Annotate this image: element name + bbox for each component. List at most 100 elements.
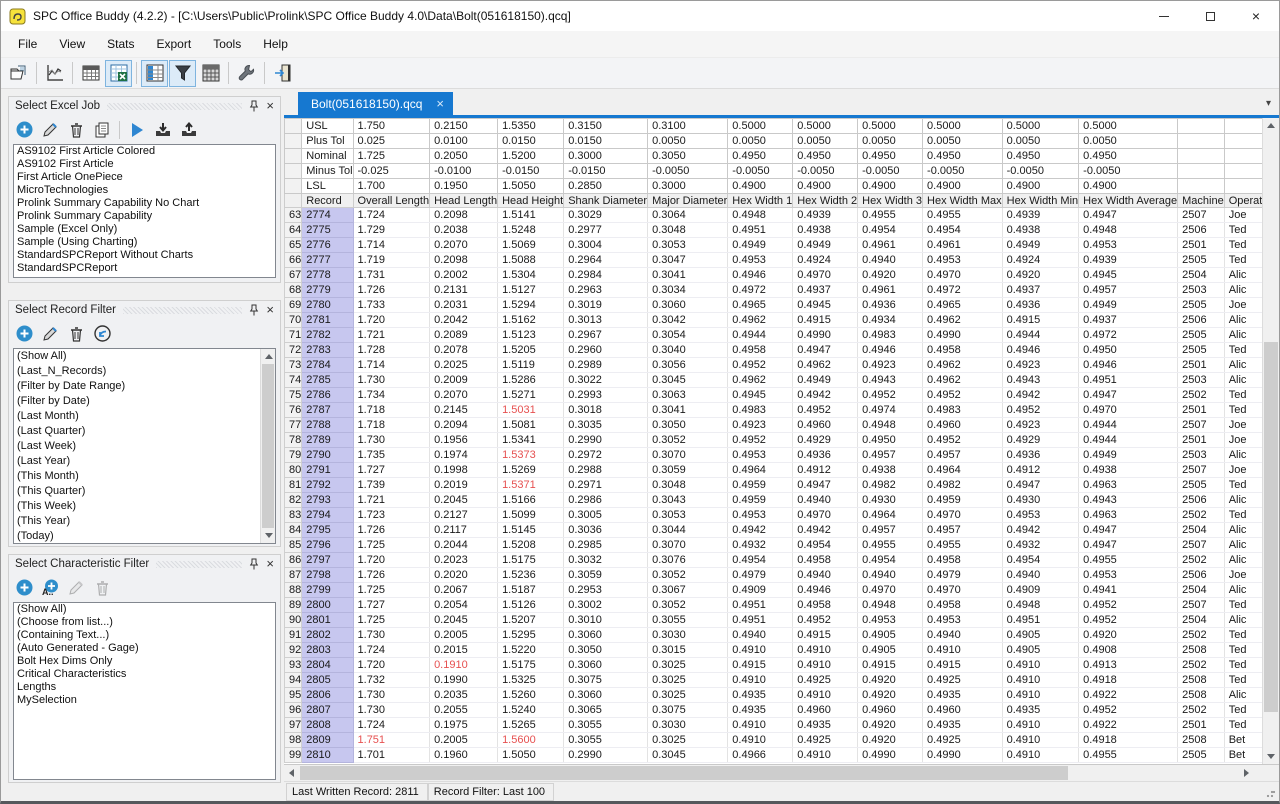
value-cell[interactable]: 1.730 bbox=[353, 628, 430, 643]
machine-cell[interactable]: 2503 bbox=[1178, 448, 1225, 463]
value-cell[interactable]: 0.2009 bbox=[430, 373, 498, 388]
value-cell[interactable]: 0.4947 bbox=[1079, 538, 1178, 553]
operator-cell[interactable]: Ted bbox=[1224, 673, 1262, 688]
value-cell[interactable]: 0.2972 bbox=[564, 448, 648, 463]
value-cell[interactable]: 0.4957 bbox=[858, 448, 923, 463]
value-cell[interactable]: 0.4936 bbox=[1002, 448, 1079, 463]
machine-cell[interactable]: 2501 bbox=[1178, 718, 1225, 733]
value-cell[interactable]: 0.2089 bbox=[430, 328, 498, 343]
value-cell[interactable]: 0.4983 bbox=[858, 328, 923, 343]
value-cell[interactable]: 0.4937 bbox=[793, 283, 858, 298]
menu-view[interactable]: View bbox=[48, 31, 96, 57]
value-cell[interactable]: 0.4954 bbox=[728, 553, 793, 568]
value-cell[interactable]: 1.731 bbox=[353, 268, 430, 283]
value-cell[interactable]: 0.4925 bbox=[923, 673, 1003, 688]
value-cell[interactable]: 0.4946 bbox=[1079, 358, 1178, 373]
scroll-left-icon[interactable] bbox=[284, 766, 299, 781]
value-cell[interactable]: 0.4909 bbox=[1002, 583, 1079, 598]
value-cell[interactable]: 0.3025 bbox=[648, 688, 728, 703]
operator-cell[interactable]: Alic bbox=[1224, 373, 1262, 388]
value-cell[interactable]: 0.4937 bbox=[1002, 283, 1079, 298]
value-cell[interactable]: 1.727 bbox=[353, 598, 430, 613]
value-cell[interactable]: 0.3055 bbox=[564, 718, 648, 733]
resize-grip[interactable] bbox=[1266, 788, 1276, 798]
value-cell[interactable]: 1.701 bbox=[353, 748, 430, 763]
row-number-cell[interactable]: 65 bbox=[285, 238, 302, 253]
value-cell[interactable]: 0.4947 bbox=[793, 343, 858, 358]
value-cell[interactable]: 0.4942 bbox=[728, 523, 793, 538]
value-cell[interactable]: 1.719 bbox=[353, 253, 430, 268]
menu-file[interactable]: File bbox=[7, 31, 48, 57]
value-cell[interactable]: 0.4961 bbox=[923, 238, 1003, 253]
value-cell[interactable]: 0.3041 bbox=[648, 403, 728, 418]
value-cell[interactable]: 0.4948 bbox=[1079, 223, 1178, 238]
value-cell[interactable]: 1.720 bbox=[353, 313, 430, 328]
value-cell[interactable]: 0.3022 bbox=[564, 373, 648, 388]
value-cell[interactable]: 1.5205 bbox=[498, 343, 564, 358]
value-cell[interactable]: 0.4959 bbox=[923, 493, 1003, 508]
value-cell[interactable]: 0.4942 bbox=[1002, 523, 1079, 538]
value-cell[interactable]: 0.2985 bbox=[564, 538, 648, 553]
value-cell[interactable]: 0.4910 bbox=[1002, 733, 1079, 748]
row-number-cell[interactable]: 87 bbox=[285, 568, 302, 583]
value-cell[interactable]: 0.2019 bbox=[430, 478, 498, 493]
value-cell[interactable]: 1.5081 bbox=[498, 418, 564, 433]
column-header[interactable]: Hex Width 1 bbox=[728, 194, 793, 208]
list-item[interactable]: (Show All) bbox=[14, 349, 275, 364]
list-item[interactable]: (This Year) bbox=[14, 514, 275, 529]
value-cell[interactable]: 0.1990 bbox=[430, 673, 498, 688]
record-cell[interactable]: 2809 bbox=[302, 733, 353, 748]
value-cell[interactable]: 0.2145 bbox=[430, 403, 498, 418]
value-cell[interactable]: 0.4953 bbox=[858, 613, 923, 628]
record-cell[interactable]: 2788 bbox=[302, 418, 353, 433]
value-cell[interactable]: 0.4953 bbox=[728, 448, 793, 463]
delete-filter-icon[interactable] bbox=[66, 324, 86, 344]
value-cell[interactable]: 0.2045 bbox=[430, 493, 498, 508]
row-number-cell[interactable]: 95 bbox=[285, 688, 302, 703]
value-cell[interactable]: 0.3060 bbox=[564, 628, 648, 643]
value-cell[interactable]: 1.5295 bbox=[498, 628, 564, 643]
value-cell[interactable]: 1.732 bbox=[353, 673, 430, 688]
operator-cell[interactable]: Joe bbox=[1224, 568, 1262, 583]
value-cell[interactable]: 0.3030 bbox=[648, 718, 728, 733]
scroll-right-icon[interactable] bbox=[1244, 766, 1259, 781]
row-number-cell[interactable]: 75 bbox=[285, 388, 302, 403]
value-cell[interactable]: 0.3025 bbox=[648, 658, 728, 673]
value-cell[interactable]: 0.4920 bbox=[858, 268, 923, 283]
value-cell[interactable]: 0.4951 bbox=[728, 613, 793, 628]
value-cell[interactable]: 0.4963 bbox=[1079, 508, 1178, 523]
value-cell[interactable]: 0.3043 bbox=[648, 493, 728, 508]
row-number-cell[interactable]: 73 bbox=[285, 358, 302, 373]
value-cell[interactable]: 0.3076 bbox=[648, 553, 728, 568]
value-cell[interactable]: 0.4910 bbox=[728, 643, 793, 658]
value-cell[interactable]: 0.4970 bbox=[793, 268, 858, 283]
scroll-up-icon[interactable] bbox=[261, 349, 276, 364]
value-cell[interactable]: 1.729 bbox=[353, 223, 430, 238]
scroll-down-icon[interactable] bbox=[261, 528, 276, 543]
value-cell[interactable]: 0.4955 bbox=[923, 208, 1003, 223]
value-cell[interactable]: 1.751 bbox=[353, 733, 430, 748]
value-cell[interactable]: 0.3041 bbox=[648, 268, 728, 283]
value-cell[interactable]: 0.3065 bbox=[564, 703, 648, 718]
record-cell[interactable]: 2783 bbox=[302, 343, 353, 358]
value-cell[interactable]: 0.2977 bbox=[564, 223, 648, 238]
list-item[interactable]: Sample (Using Charting) bbox=[14, 236, 275, 249]
list-scrollbar[interactable] bbox=[260, 349, 275, 543]
value-cell[interactable]: 0.3045 bbox=[648, 748, 728, 763]
machine-cell[interactable]: 2502 bbox=[1178, 628, 1225, 643]
row-number-cell[interactable]: 99 bbox=[285, 748, 302, 763]
list-item[interactable]: (Last Week) bbox=[14, 439, 275, 454]
list-item[interactable]: (Filter by Date Range) bbox=[14, 379, 275, 394]
record-cell[interactable]: 2802 bbox=[302, 628, 353, 643]
machine-cell[interactable]: 2507 bbox=[1178, 463, 1225, 478]
column-header[interactable]: Operator bbox=[1224, 194, 1262, 208]
operator-cell[interactable]: Joe bbox=[1224, 433, 1262, 448]
value-cell[interactable]: 0.3025 bbox=[648, 733, 728, 748]
value-cell[interactable]: 0.4970 bbox=[858, 583, 923, 598]
value-cell[interactable]: 0.4990 bbox=[858, 748, 923, 763]
value-cell[interactable]: 1.726 bbox=[353, 523, 430, 538]
record-cell[interactable]: 2797 bbox=[302, 553, 353, 568]
record-cell[interactable]: 2775 bbox=[302, 223, 353, 238]
value-cell[interactable]: 0.4965 bbox=[923, 298, 1003, 313]
list-item[interactable]: (This Quarter) bbox=[14, 484, 275, 499]
